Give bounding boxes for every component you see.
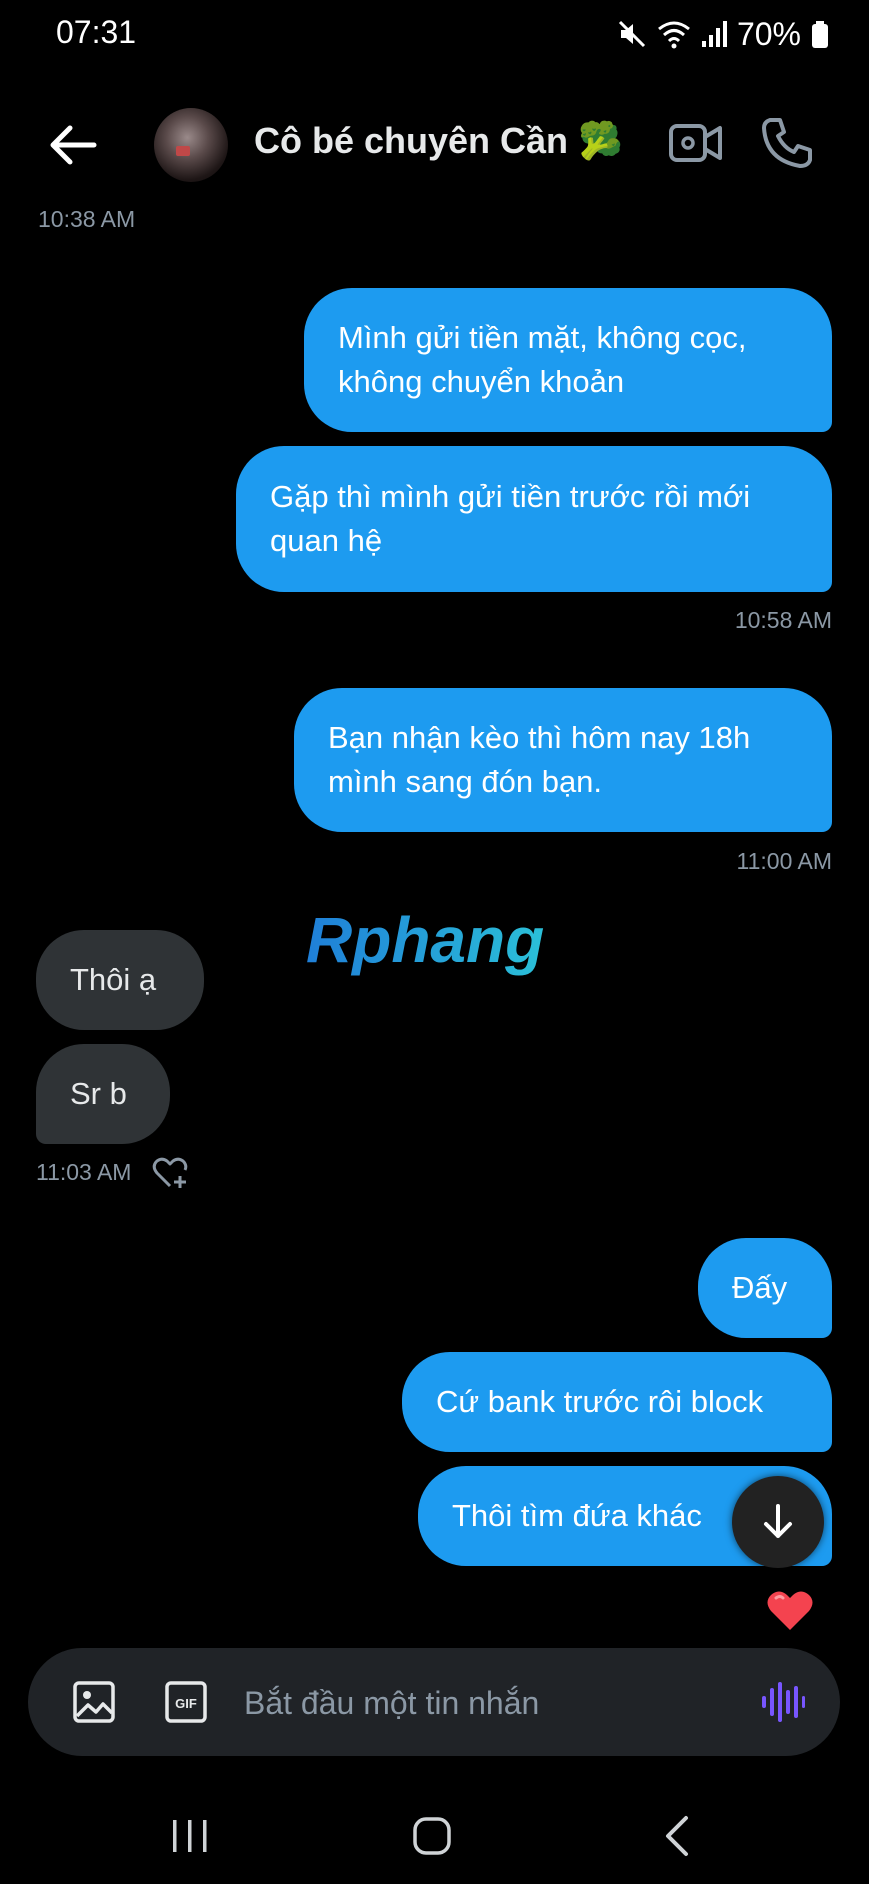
system-nav-bar xyxy=(0,1800,869,1884)
timestamp: 11:03 AM xyxy=(36,1159,132,1185)
message-outgoing[interactable]: Đấy xyxy=(698,1238,832,1338)
contact-name[interactable]: Cô bé chuyên Cần 🥦 xyxy=(254,120,623,162)
nav-back-icon[interactable] xyxy=(660,1814,692,1858)
wifi-icon xyxy=(658,21,690,49)
signal-icon xyxy=(701,21,727,47)
timestamp: 10:58 AM xyxy=(734,607,832,633)
status-bar: 07:31 70% xyxy=(0,0,869,70)
voice-wave-icon[interactable] xyxy=(760,1680,806,1724)
back-arrow-icon[interactable] xyxy=(48,122,98,168)
svg-text:GIF: GIF xyxy=(175,1696,197,1711)
phone-call-icon[interactable] xyxy=(760,114,816,170)
message-outgoing[interactable]: Gặp thì mình gửi tiền trước rồi mới quan… xyxy=(236,446,832,592)
gif-icon[interactable]: GIF xyxy=(164,1680,208,1724)
scroll-to-bottom-button[interactable] xyxy=(732,1476,824,1568)
timestamp: 11:00 AM xyxy=(736,848,832,874)
status-time: 07:31 xyxy=(56,14,137,50)
heart-icon xyxy=(767,1591,813,1630)
battery-percent: 70% xyxy=(736,15,801,52)
conversation-header: Cô bé chuyên Cần 🥦 xyxy=(0,100,869,190)
battery-icon xyxy=(812,21,828,48)
message-input[interactable] xyxy=(242,1670,746,1736)
image-icon[interactable] xyxy=(72,1680,116,1724)
message-outgoing[interactable]: Cứ bank trước rôi block xyxy=(402,1352,832,1452)
status-icons: 70% xyxy=(617,14,829,54)
contact-name-text: Cô bé chuyên Cần xyxy=(254,120,569,161)
contact-emoji: 🥦 xyxy=(578,120,623,161)
message-composer: GIF xyxy=(28,1648,840,1756)
arrow-down-icon xyxy=(764,1504,792,1538)
watermark-logo: Rphang xyxy=(306,904,544,976)
video-call-icon[interactable] xyxy=(668,118,724,168)
mute-icon xyxy=(618,20,646,48)
home-icon[interactable] xyxy=(412,1816,452,1856)
heart-plus-icon[interactable] xyxy=(152,1156,188,1190)
message-outgoing[interactable]: Bạn nhận kèo thì hôm nay 18h mình sang đ… xyxy=(294,688,832,832)
message-outgoing[interactable]: Mình gửi tiền mặt, không cọc, không chuy… xyxy=(304,288,832,432)
recent-apps-icon[interactable] xyxy=(170,1816,210,1856)
message-incoming[interactable]: Thôi ạ xyxy=(36,930,204,1030)
timestamp: 10:38 AM xyxy=(38,206,136,232)
avatar[interactable] xyxy=(154,108,228,182)
message-incoming[interactable]: Sr b xyxy=(36,1044,170,1144)
